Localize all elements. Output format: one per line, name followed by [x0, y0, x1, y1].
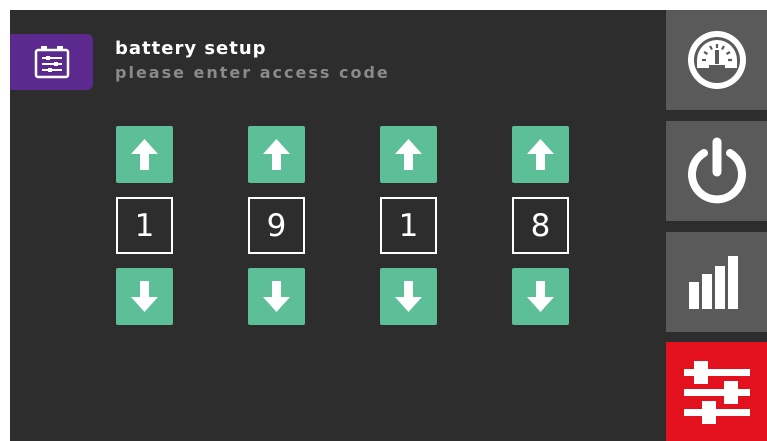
digit-3-value: 1 — [380, 197, 437, 254]
power-icon — [687, 137, 746, 204]
digit-3-up-button[interactable] — [380, 126, 437, 183]
arrow-down-icon — [263, 281, 290, 312]
digit-column-4: 8 — [512, 126, 569, 325]
arrow-down-icon — [527, 281, 554, 312]
digit-1-value: 1 — [116, 197, 173, 254]
digit-column-2: 9 — [248, 126, 305, 325]
arrow-down-icon — [131, 281, 158, 312]
arrow-up-icon — [527, 139, 554, 170]
digit-3-down-button[interactable] — [380, 268, 437, 325]
settings-sliders-icon — [683, 360, 750, 424]
digit-column-3: 1 — [380, 126, 437, 325]
battery-settings-icon — [10, 34, 93, 90]
arrow-up-icon — [263, 139, 290, 170]
arrow-up-icon — [395, 139, 422, 170]
digit-column-1: 1 — [116, 126, 173, 325]
digit-2-up-button[interactable] — [248, 126, 305, 183]
page-title: battery setup — [115, 38, 267, 59]
arrow-down-icon — [395, 281, 422, 312]
sidebar — [666, 10, 767, 441]
sidebar-item-statistics[interactable] — [666, 232, 767, 332]
digit-1-up-button[interactable] — [116, 126, 173, 183]
sidebar-item-settings[interactable] — [666, 342, 767, 441]
digit-4-value: 8 — [512, 197, 569, 254]
digit-4-down-button[interactable] — [512, 268, 569, 325]
sidebar-item-gauge[interactable] — [666, 10, 767, 110]
arrow-up-icon — [131, 139, 158, 170]
gauge-icon — [687, 31, 746, 89]
bar-chart-icon — [688, 256, 738, 309]
digit-4-up-button[interactable] — [512, 126, 569, 183]
digit-2-value: 9 — [248, 197, 305, 254]
digit-2-down-button[interactable] — [248, 268, 305, 325]
sidebar-item-power[interactable] — [666, 121, 767, 221]
digit-1-down-button[interactable] — [116, 268, 173, 325]
page-subtitle: please enter access code — [115, 63, 390, 82]
